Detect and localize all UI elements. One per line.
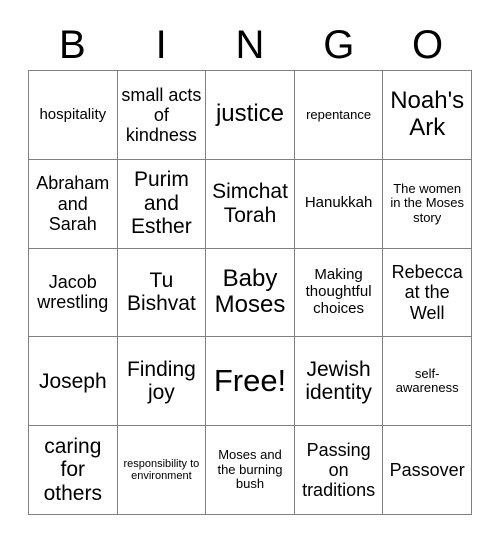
bingo-cell-label: Jacob wrestling [37, 272, 109, 313]
header-letter-g: G [323, 23, 355, 67]
bingo-cell-r4-c5[interactable]: self-awareness [383, 337, 472, 427]
bingo-cell-r4-c1[interactable]: Joseph [29, 337, 118, 427]
bingo-cell-r3-c5[interactable]: Rebecca at the Well [383, 248, 472, 338]
bingo-cell-r5-c4[interactable]: Passing on traditions [294, 426, 384, 515]
bingo-cell-r3-c3[interactable]: Baby Moses [206, 248, 295, 338]
header-letter-i: I [155, 23, 167, 67]
bingo-cell-label: Passover [389, 460, 465, 481]
bingo-cell-r5-c2[interactable]: responsibility to environment [117, 426, 207, 515]
bingo-cell-r5-c1[interactable]: caring for others [29, 426, 118, 515]
bingo-cell-label: justice [215, 100, 284, 128]
bingo-cell-r4-c4[interactable]: Jewish identity [294, 337, 384, 427]
bingo-cell-r1-c2[interactable]: small acts of kindness [117, 71, 207, 160]
bingo-cell-label: Tu Bishvat [126, 268, 196, 316]
bingo-cell-r1-c1[interactable]: hospitality [29, 71, 118, 160]
bingo-cell-label: repentance [306, 106, 372, 122]
bingo-cell-r2-c2[interactable]: Purim and Esther [117, 159, 207, 249]
bingo-cell-label: self-awareness [395, 365, 459, 396]
bingo-free-space[interactable]: Free! [206, 337, 295, 427]
bingo-cell-r3-c4[interactable]: Making thoughtful choices [294, 248, 384, 338]
bingo-cell-label: Noah's Ark [390, 87, 465, 141]
bingo-cell-label: responsibility to environment [123, 457, 200, 483]
bingo-cell-label: Finding joy [126, 357, 196, 405]
bingo-cell-r3-c2[interactable]: Tu Bishvat [117, 248, 207, 338]
bingo-cell-label: Hanukkah [304, 194, 373, 212]
bingo-card: B I N G O hospitality small acts of kindn… [0, 0, 500, 544]
bingo-cell-r3-c1[interactable]: Jacob wrestling [29, 248, 118, 338]
bingo-cell-label: Simchat Torah [212, 180, 288, 227]
bingo-cell-label: small acts of kindness [121, 84, 202, 145]
bingo-grid: hospitality small acts of kindness justice… [28, 70, 472, 515]
bingo-cell-label: hospitality [39, 105, 107, 123]
bingo-cell-label: Rebecca at the Well [391, 262, 463, 323]
bingo-cell-r2-c3[interactable]: Simchat Torah [206, 159, 295, 249]
bingo-cell-label: Purim and Esther [131, 168, 192, 239]
bingo-cell-r4-c2[interactable]: Finding joy [117, 337, 207, 427]
bingo-cell-r2-c5[interactable]: The women in the Moses story [383, 159, 472, 249]
header-letter-o: O [412, 23, 444, 67]
header-letter-b: B [59, 23, 86, 67]
bingo-cell-label: Jewish identity [305, 357, 372, 405]
bingo-cell-label: Joseph [38, 369, 107, 393]
bingo-cell-label: Abraham and Sarah [36, 173, 110, 234]
bingo-cell-r1-c5[interactable]: Noah's Ark [383, 71, 472, 160]
bingo-cell-r2-c1[interactable]: Abraham and Sarah [29, 159, 118, 249]
bingo-cell-label: The women in the Moses story [390, 180, 465, 225]
bingo-cell-label: caring for others [43, 434, 102, 505]
bingo-cell-label: Baby Moses [214, 264, 286, 319]
bingo-cell-label: Passing on traditions [302, 439, 376, 501]
bingo-cell-r5-c5[interactable]: Passover [383, 426, 472, 515]
header-letter-n: N [235, 23, 265, 67]
bingo-cell-r2-c4[interactable]: Hanukkah [294, 159, 384, 249]
bingo-cell-label: Moses and the burning bush [217, 447, 283, 492]
bingo-cell-r1-c4[interactable]: repentance [294, 71, 384, 160]
bingo-header: B I N G O [28, 20, 472, 70]
bingo-cell-label: Making thoughtful choices [305, 266, 372, 317]
bingo-cell-r5-c3[interactable]: Moses and the burning bush [206, 426, 295, 515]
bingo-cell-label: Free! [213, 362, 287, 398]
bingo-cell-r1-c3[interactable]: justice [206, 71, 295, 160]
